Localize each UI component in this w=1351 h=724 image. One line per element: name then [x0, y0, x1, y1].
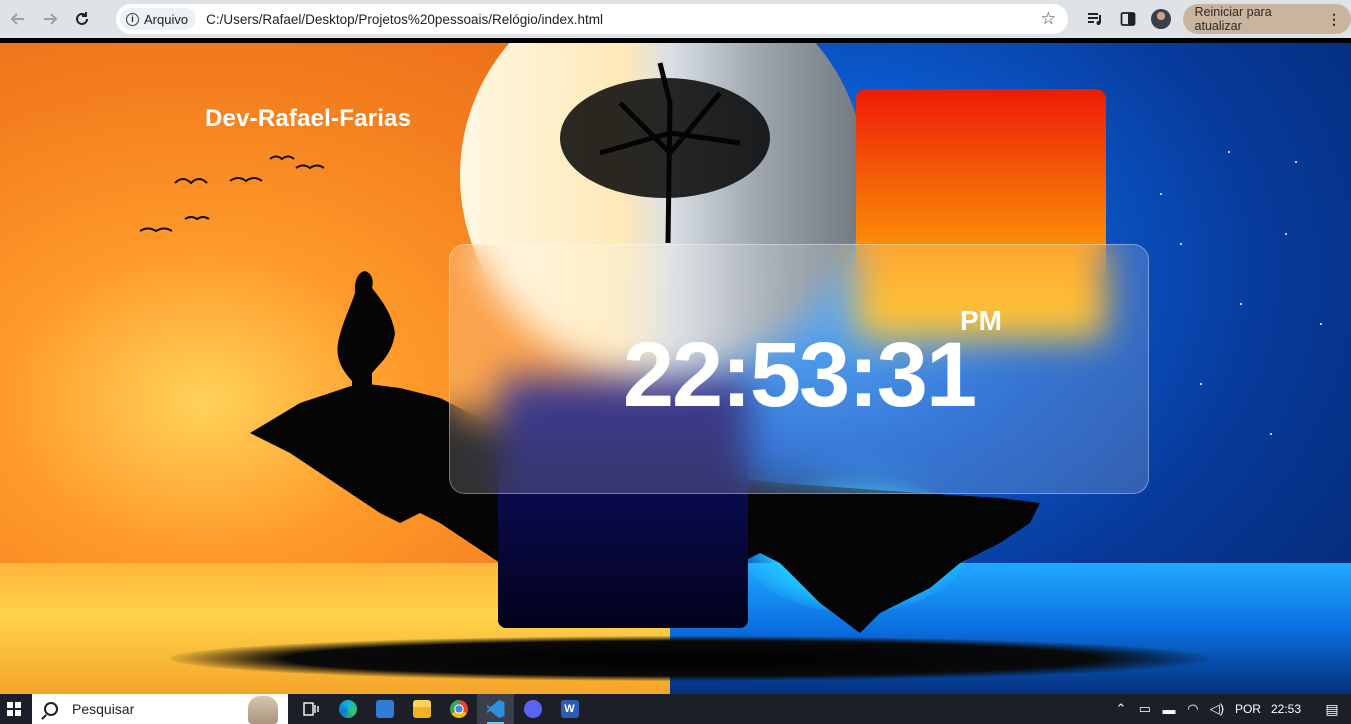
reload-button[interactable] [66, 3, 98, 35]
profile-avatar[interactable] [1151, 9, 1171, 29]
speaker-icon[interactable]: ◁) [1205, 701, 1229, 717]
taskbar-clock[interactable]: 22:53 [1271, 702, 1301, 716]
toolbar-right: Reiniciar para atualizar ⋮ [1084, 4, 1351, 34]
media-control-icon[interactable] [1084, 8, 1106, 30]
chevron-up-icon[interactable]: ⌃ [1109, 701, 1133, 717]
browser-toolbar: i Arquivo C:/Users/Rafael/Desktop/Projet… [0, 0, 1351, 38]
info-icon: i [126, 12, 139, 26]
vscode-app[interactable] [477, 694, 514, 724]
edge-app[interactable] [329, 694, 366, 724]
site-info-label: Arquivo [144, 11, 189, 27]
chrome-icon [449, 700, 468, 718]
battery-icon[interactable]: ▬ [1157, 702, 1181, 717]
clock-card: 22:53:31 PM [449, 244, 1149, 494]
wifi-icon[interactable]: ◠ [1181, 701, 1205, 717]
back-button[interactable] [2, 3, 34, 35]
url-text[interactable]: C:/Users/Rafael/Desktop/Projetos%20pesso… [206, 12, 603, 27]
windows-logo-icon [7, 702, 21, 716]
vscode-icon [486, 700, 505, 718]
taskbar-search-placeholder: Pesquisar [72, 701, 135, 717]
site-info-chip[interactable]: i Arquivo [120, 8, 197, 30]
taskbar-search[interactable]: Pesquisar [32, 694, 288, 724]
forward-button[interactable] [34, 3, 66, 35]
edge-icon [338, 700, 357, 718]
update-button-label: Reiniciar para atualizar [1194, 5, 1272, 33]
word-app[interactable]: W [551, 694, 588, 724]
island-reflection [170, 636, 1210, 681]
arrow-left-icon [10, 13, 24, 25]
update-button[interactable]: Reiniciar para atualizar ⋮ [1182, 4, 1351, 34]
discord-icon [523, 700, 542, 718]
search-icon [44, 702, 58, 716]
chrome-app[interactable] [440, 694, 477, 724]
folder-icon [412, 700, 431, 718]
meet-icon[interactable]: ▭ [1133, 701, 1157, 717]
clock-period: PM [960, 305, 1002, 336]
clock-time: 22:53:31 [622, 324, 977, 426]
file-explorer-app[interactable] [403, 694, 440, 724]
brand-title: Dev-Rafael-Farias [205, 105, 412, 132]
taskbar-apps: W [292, 694, 588, 724]
bookmark-star-icon[interactable]: ☆ [1041, 9, 1056, 29]
news-app[interactable] [366, 694, 403, 724]
taskbar: Pesquisar W ⌃ ▭ ▬ ◠ ◁) POR 22:53 ▤ [0, 694, 1351, 724]
notifications-icon[interactable]: ▤ [1319, 701, 1345, 718]
clock-page: Dev-Rafael-Farias 22:53:31 PM [0, 43, 1351, 694]
more-menu-icon[interactable]: ⋮ [1327, 11, 1341, 28]
system-tray: ⌃ ▭ ▬ ◠ ◁) POR 22:53 ▤ [1109, 694, 1351, 724]
language-indicator[interactable]: POR [1235, 702, 1261, 716]
task-view-button[interactable] [292, 694, 329, 724]
word-icon: W [560, 700, 579, 718]
search-highlight-image [248, 696, 278, 724]
reload-icon [76, 12, 88, 25]
news-icon [375, 700, 394, 718]
arrow-right-icon [44, 13, 58, 25]
task-view-icon [302, 702, 319, 716]
discord-app[interactable] [514, 694, 551, 724]
address-bar[interactable]: i Arquivo C:/Users/Rafael/Desktop/Projet… [116, 4, 1068, 34]
start-button[interactable] [0, 694, 28, 724]
side-panel-icon[interactable] [1118, 8, 1140, 30]
